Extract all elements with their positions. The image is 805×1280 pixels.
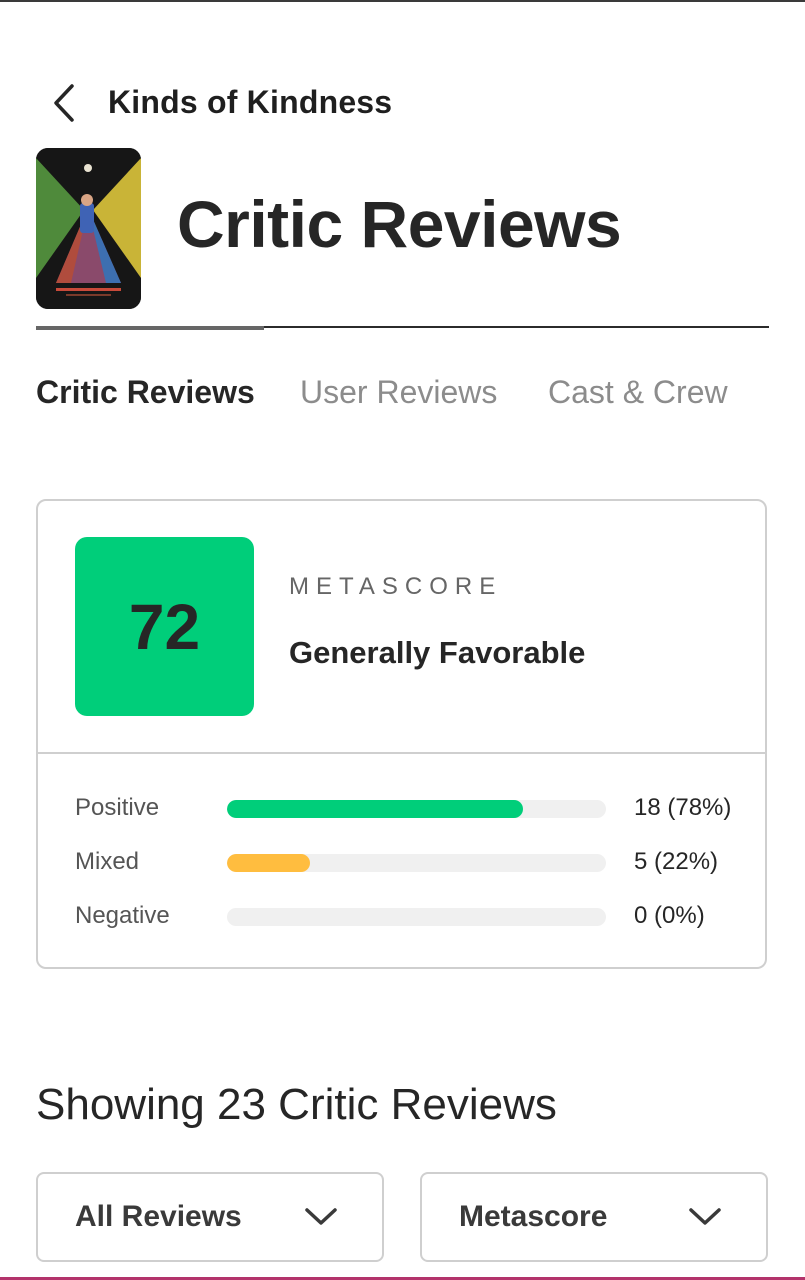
chevron-down-icon — [305, 1208, 337, 1225]
tab-user-reviews[interactable]: User Reviews — [300, 374, 497, 411]
distribution-bar-track — [227, 908, 606, 926]
metascore-card: 72 METASCORE Generally Favorable Positiv… — [36, 499, 767, 969]
distribution-count: 0 (0%) — [634, 902, 705, 929]
distribution-row-positive: Positive 18 (78%) — [38, 788, 765, 828]
reviews-filter-dropdown[interactable]: All Reviews — [36, 1172, 384, 1262]
sort-dropdown[interactable]: Metascore — [420, 1172, 768, 1262]
distribution-count: 18 (78%) — [634, 794, 732, 821]
tab-critic-reviews[interactable]: Critic Reviews — [36, 374, 255, 411]
reviews-count-heading: Showing 23 Critic Reviews — [36, 1080, 557, 1129]
tab-cast-crew[interactable]: Cast & Crew — [548, 374, 728, 411]
metascore-badge[interactable]: 72 — [75, 537, 254, 716]
distribution-bar-track — [227, 854, 606, 872]
dropdown-selected-value: All Reviews — [75, 1200, 242, 1233]
movie-poster[interactable] — [36, 148, 141, 309]
distribution-row-mixed: Mixed 5 (22%) — [38, 842, 765, 882]
distribution-bar-track — [227, 800, 606, 818]
movie-title: Kinds of Kindness — [108, 84, 393, 120]
active-tab-indicator — [36, 326, 264, 330]
back-button[interactable] — [48, 80, 82, 126]
distribution-count: 5 (22%) — [634, 848, 719, 875]
dropdown-selected-value: Metascore — [459, 1200, 608, 1233]
distribution-label: Mixed — [75, 848, 140, 875]
distribution-label: Positive — [75, 794, 160, 821]
distribution-bar-fill — [227, 854, 311, 872]
distribution-row-negative: Negative 0 (0%) — [38, 896, 765, 936]
metascore-description: Generally Favorable — [289, 635, 586, 670]
page-title: Critic Reviews — [177, 187, 622, 261]
top-border — [0, 0, 805, 2]
metascore-label: METASCORE — [289, 573, 503, 600]
distribution-bar-fill — [227, 800, 523, 818]
chevron-down-icon — [689, 1208, 721, 1225]
poster-image — [36, 148, 141, 309]
chevron-left-icon — [54, 84, 74, 122]
card-divider — [38, 752, 765, 754]
distribution-label: Negative — [75, 902, 170, 929]
